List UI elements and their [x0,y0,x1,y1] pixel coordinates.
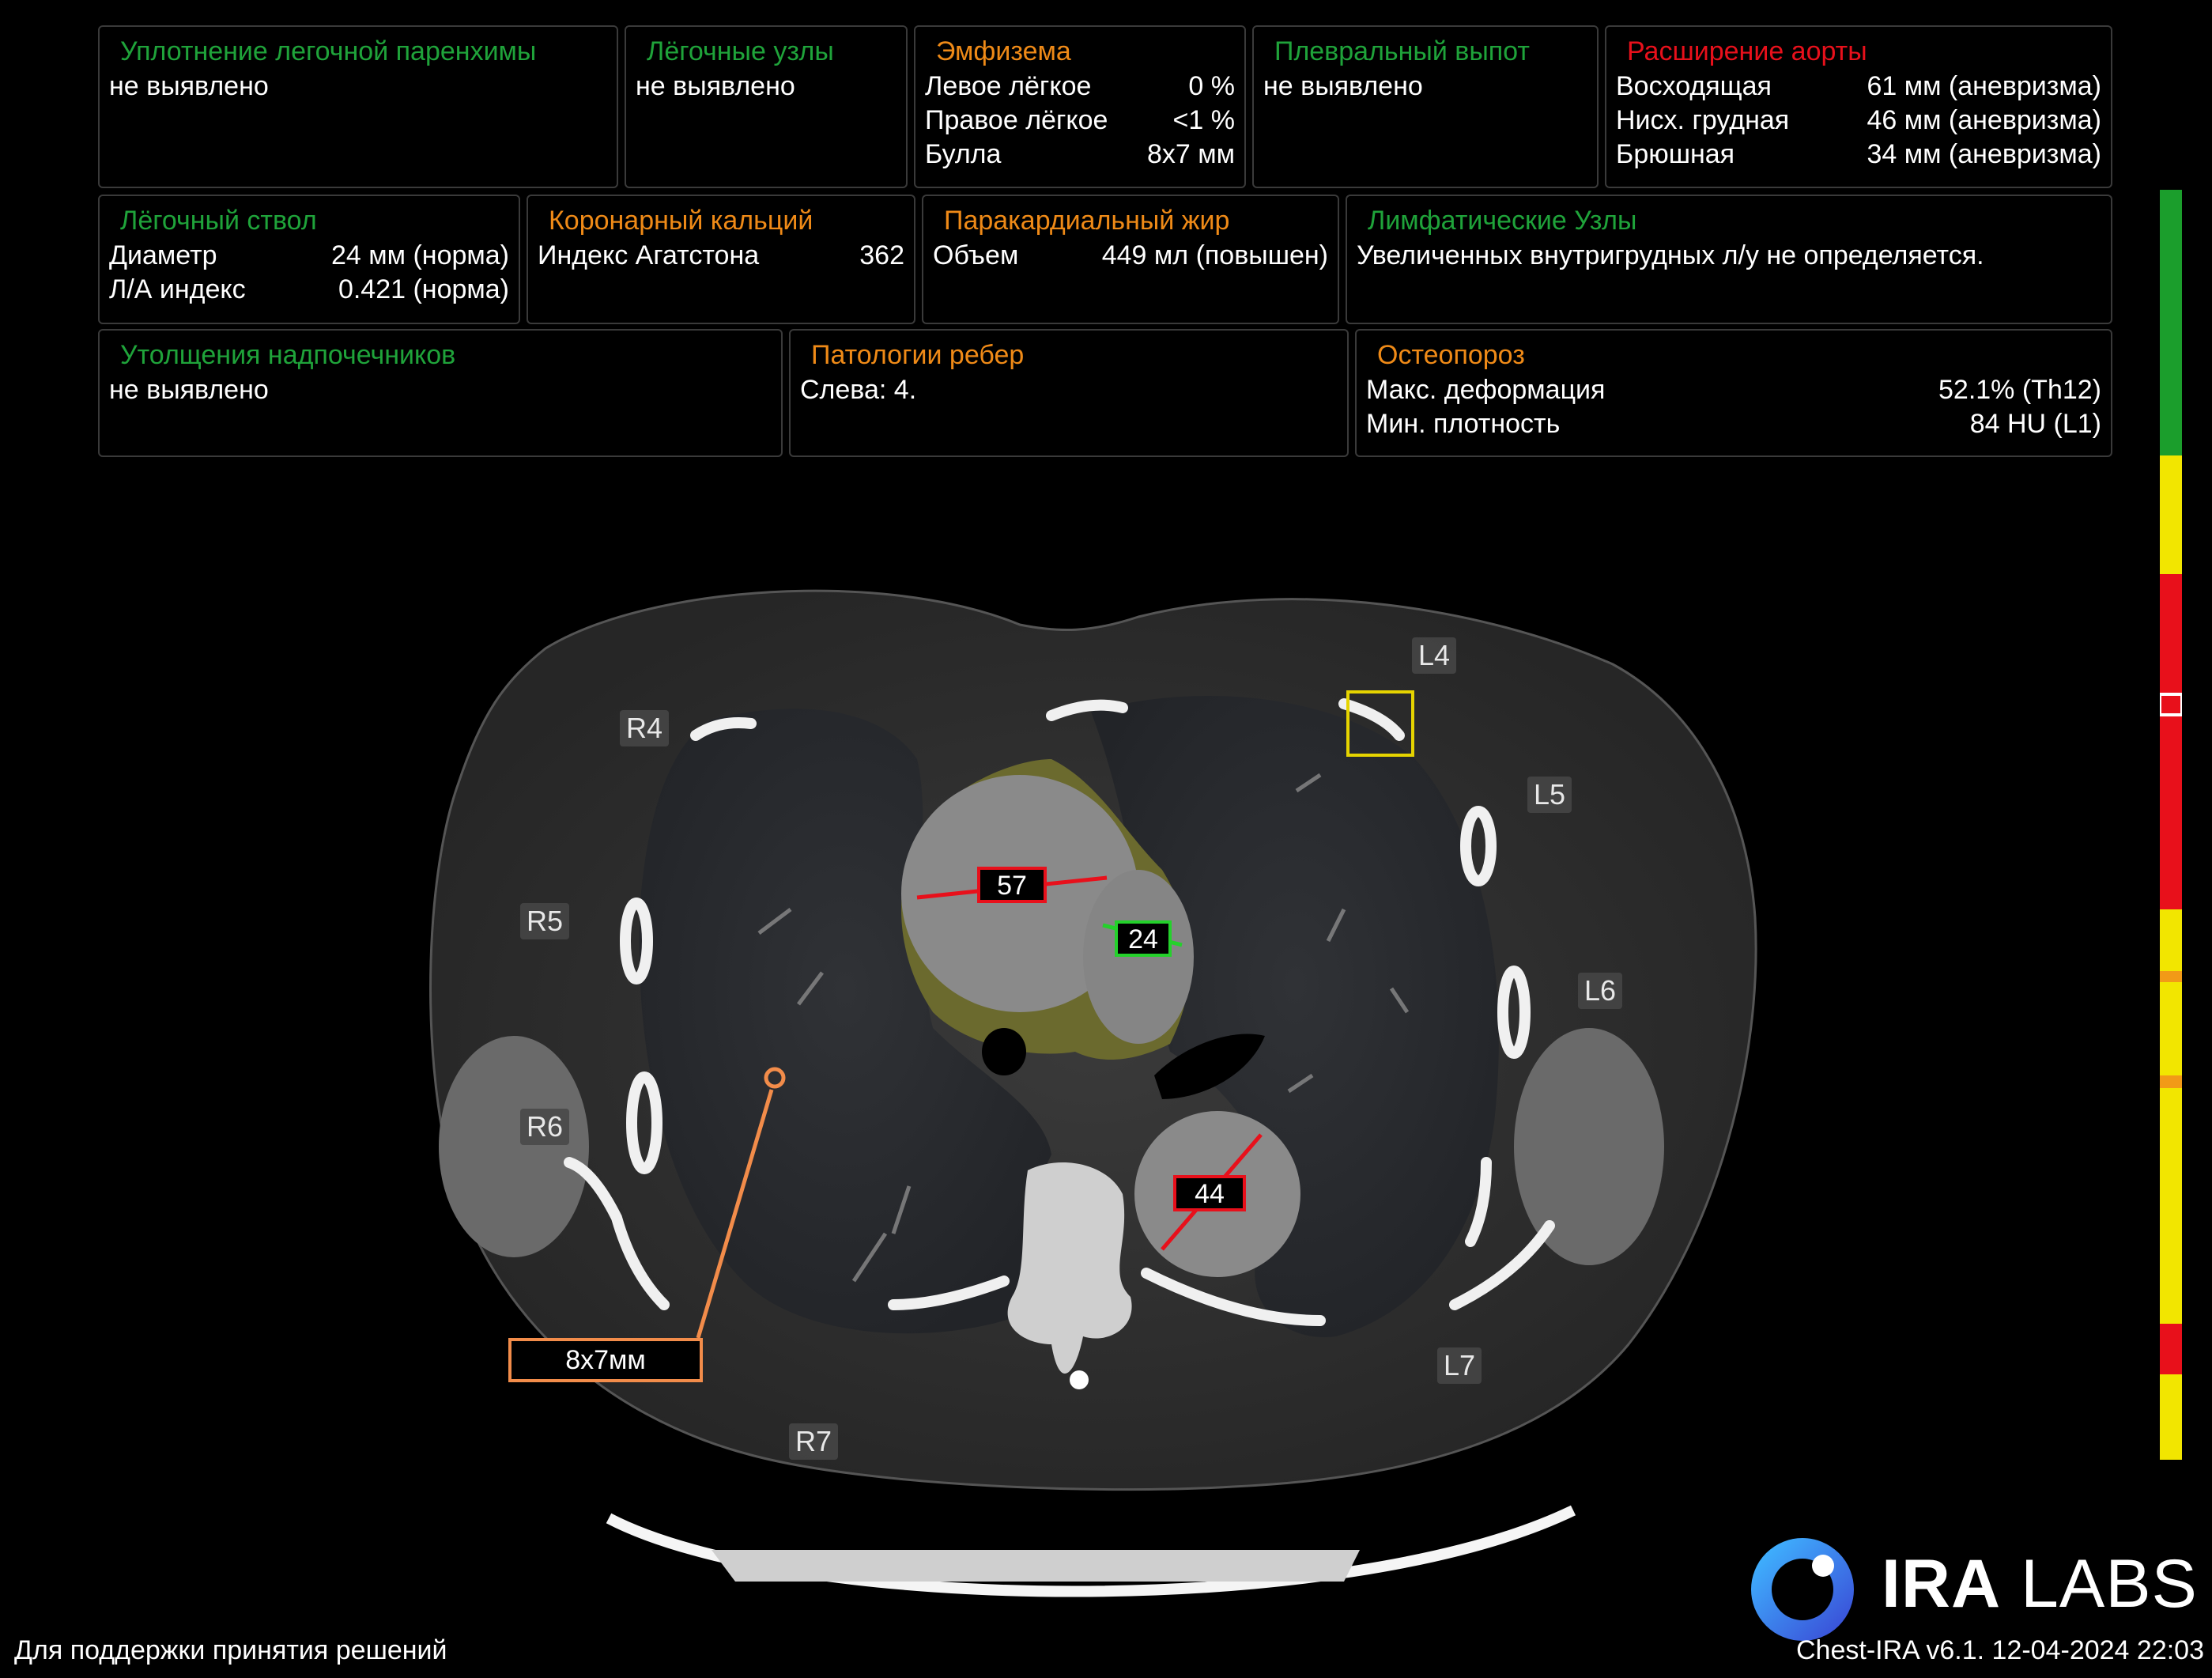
metric-label: Л/А индекс [109,274,246,304]
panel-title: Лимфатические Узлы [1368,206,1637,236]
metric-row: Диаметр 24 мм (норма) [109,239,509,273]
panel-nodules[interactable]: Лёгочные узлы не выявлено [625,25,908,188]
metric-label: Объем [933,240,1019,270]
panel-title: Патологии ребер [811,340,1025,370]
rib-label-l7[interactable]: L7 [1437,1347,1482,1384]
metric-label: Брюшная [1616,139,1735,169]
panel-osteoporosis[interactable]: Остеопороз Макс. деформация 52.1% (Th12) … [1355,329,2112,457]
status-text: не выявлено [1263,71,1423,101]
metric-row: Булла 8x7 мм [925,138,1235,172]
status-text: не выявлено [636,71,795,101]
metric-label: Мин. плотность [1366,409,1561,439]
metric-row: Нисх. грудная 46 мм (аневризма) [1616,104,2101,138]
metric-row: Макс. деформация 52.1% (Th12) [1366,373,2101,407]
metric-value: 84 HU (L1) [1969,409,2101,439]
ira-labs-logo: IRA LABS [1882,1545,2198,1623]
rib-label-l5[interactable]: L5 [1527,777,1572,813]
panel-title: Плевральный выпот [1274,36,1530,66]
metric-row: Объем 449 мл (повышен) [933,239,1328,273]
ira-logo-icon [1751,1538,1854,1641]
metric-label: Макс. деформация [1366,375,1606,405]
metric-label: Индекс Агатстона [538,240,760,270]
status-text: Слева: 4. [800,375,917,405]
panel-title: Эмфизема [936,36,1071,66]
rib-label-r6[interactable]: R6 [520,1109,570,1145]
metric-row: Восходящая 61 мм (аневризма) [1616,70,2101,104]
panel-parenchyma[interactable]: Уплотнение легочной паренхимы не выявлен… [98,25,618,188]
status-text: не выявлено [109,375,269,405]
metric-label: Диаметр [109,240,217,270]
metric-label: Правое лёгкое [925,105,1108,135]
metric-value: 46 мм (аневризма) [1867,105,2101,135]
metric-value: 0.421 (норма) [338,274,509,304]
metric-value: 0 % [1188,71,1235,101]
logo-bold: IRA [1882,1546,2002,1622]
panel-adrenal[interactable]: Утолщения надпочечников не выявлено [98,329,783,457]
disclaimer-text: Для поддержки принятия решений [14,1635,447,1665]
metric-value: 8x7 мм [1146,139,1235,169]
status-text: не выявлено [109,71,269,101]
metric-row: Мин. плотность 84 HU (L1) [1366,407,2101,441]
rib-label-r7[interactable]: R7 [789,1423,839,1460]
measure-descending-aorta[interactable]: 44 [1173,1175,1246,1211]
measure-pulmonary-trunk[interactable]: 24 [1115,920,1172,957]
metric-row: Левое лёгкое 0 % [925,70,1235,104]
rib-label-l6[interactable]: L6 [1578,973,1623,1009]
measure-bulla[interactable]: 8x7мм [508,1338,703,1382]
panel-title: Остеопороз [1377,340,1525,370]
rib-label-l4[interactable]: L4 [1412,637,1457,674]
panel-emphysema[interactable]: Эмфизема Левое лёгкое 0 % Правое лёгкое <1… [914,25,1246,188]
panel-lymph-nodes[interactable]: Лимфатические Узлы Увеличенных внутригру… [1346,195,2112,324]
metric-value: <1 % [1172,105,1235,135]
metric-value: 362 [859,240,904,270]
status-text: Увеличенных внутригрудных л/у не определ… [1357,240,1984,270]
metric-row: Л/А индекс 0.421 (норма) [109,273,509,307]
metric-row: Брюшная 34 мм (аневризма) [1616,138,2101,172]
metric-label: Нисх. грудная [1616,105,1790,135]
metric-label: Булла [925,139,1002,169]
metric-value: 34 мм (аневризма) [1867,139,2101,169]
metric-value: 61 мм (аневризма) [1867,71,2101,101]
panel-ribs[interactable]: Патологии ребер Слева: 4. [789,329,1349,457]
panel-title: Расширение аорты [1627,36,1867,66]
panel-title: Лёгочный ствол [120,206,317,236]
panel-coronary-calcium[interactable]: Коронарный кальций Индекс Агатстона 362 [527,195,915,324]
pulmonary-trunk [1083,870,1194,1044]
panel-title: Лёгочные узлы [647,36,834,66]
metric-value: 24 мм (норма) [331,240,509,270]
panel-aorta[interactable]: Расширение аорты Восходящая 61 мм (аневри… [1605,25,2112,188]
panel-title: Утолщения надпочечников [120,340,456,370]
severity-scale-bar[interactable] [2160,190,2182,1460]
measure-ascending-aorta[interactable]: 57 [977,867,1047,903]
logo-light: LABS [2001,1546,2198,1622]
panel-title: Паракардиальный жир [944,206,1230,236]
metric-value: 52.1% (Th12) [1938,375,2101,405]
panel-pericardial-fat[interactable]: Паракардиальный жир Объем 449 мл (повышен… [922,195,1339,324]
version-text: Chest-IRA v6.1. 12-04-2024 22:03 [1796,1635,2204,1665]
metric-row: Правое лёгкое <1 % [925,104,1235,138]
rib-label-r5[interactable]: R5 [520,903,570,939]
panel-title: Коронарный кальций [549,206,813,236]
metric-label: Восходящая [1616,71,1772,101]
rib-label-r4[interactable]: R4 [620,710,670,746]
metric-label: Левое лёгкое [925,71,1092,101]
panel-title: Уплотнение легочной паренхимы [120,36,537,66]
panel-pulmonary-trunk[interactable]: Лёгочный ствол Диаметр 24 мм (норма) Л/А … [98,195,520,324]
metric-value: 449 мл (повышен) [1101,240,1328,270]
metric-row: Индекс Агатстона 362 [538,239,904,273]
panel-pleural[interactable]: Плевральный выпот не выявлено [1252,25,1599,188]
